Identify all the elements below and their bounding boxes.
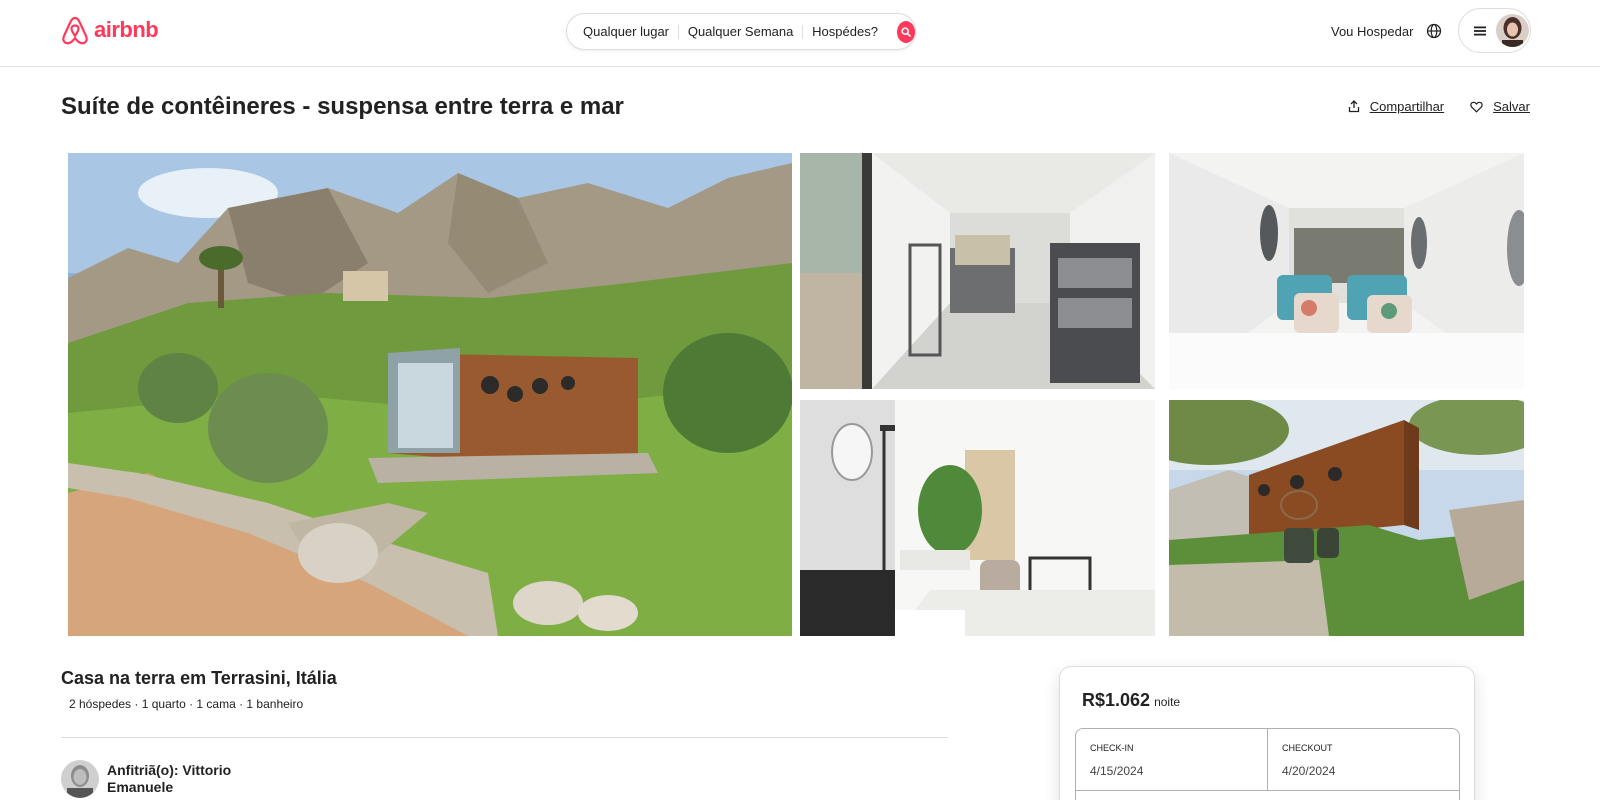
top-header: airbnb Qualquer lugar Qualquer Semana Ho… <box>0 0 1600 67</box>
host-link[interactable]: Vou Hospedar <box>1331 24 1413 39</box>
checkin-value: 4/15/2024 <box>1090 764 1144 778</box>
save-label: Salvar <box>1493 99 1530 114</box>
airbnb-logo[interactable]: airbnb <box>60 14 159 46</box>
photo-interior-kitchen[interactable] <box>800 153 1155 389</box>
price-amount: R$1.062 <box>1082 690 1151 710</box>
hamburger-menu-icon <box>1474 26 1486 35</box>
checkin-label: CHECK-IN <box>1090 743 1134 753</box>
checkin-field[interactable]: CHECK-IN 4/15/2024 <box>1076 729 1267 791</box>
search-guests[interactable]: Hospédes? <box>803 24 887 39</box>
user-menu-button[interactable] <box>1458 8 1531 53</box>
search-button[interactable] <box>896 20 916 43</box>
place-title: Casa na terra em Terrasini, Itália <box>61 668 337 688</box>
price-unit: noite <box>1154 695 1181 709</box>
logo-text: airbnb <box>94 17 159 42</box>
photo-main-exterior[interactable] <box>68 153 792 636</box>
photo-exterior-terrace[interactable] <box>1169 400 1524 636</box>
search-location[interactable]: Qualquer lugar <box>583 24 678 39</box>
price-per-night: R$1.062 noite <box>1082 690 1180 711</box>
booking-card: R$1.062 noite CHECK-IN 4/15/2024 CHECKOU… <box>1059 666 1475 800</box>
share-button[interactable]: Compartilhar <box>1348 99 1444 114</box>
save-button[interactable]: Salvar <box>1470 99 1530 114</box>
user-avatar <box>1496 14 1529 47</box>
date-picker: CHECK-IN 4/15/2024 CHECKOUT 4/20/2024 <box>1075 728 1460 800</box>
heart-icon <box>1470 101 1483 113</box>
search-week[interactable]: Qualquer Semana <box>679 24 803 39</box>
host-name: Anfitriã(o): Vittorio Emanuele <box>107 762 232 795</box>
airbnb-logo-icon <box>62 16 88 45</box>
listing-actions: Compartilhar Salvar <box>1348 99 1530 114</box>
photo-bathroom[interactable] <box>800 400 1155 636</box>
listing-title: Suíte de contêineres - suspensa entre te… <box>61 93 624 120</box>
search-bar[interactable]: Qualquer lugar Qualquer Semana Hospédes? <box>566 13 916 50</box>
section-divider <box>61 737 948 738</box>
photo-bedroom[interactable] <box>1169 153 1524 389</box>
checkout-label: CHECKOUT <box>1282 743 1333 753</box>
search-icon <box>901 26 911 37</box>
share-icon <box>1348 100 1359 113</box>
share-label: Compartilhar <box>1369 99 1445 114</box>
checkout-field[interactable]: CHECKOUT 4/20/2024 <box>1267 729 1459 791</box>
host-avatar[interactable] <box>61 760 99 798</box>
place-features: 2 hóspedes · 1 quarto · 1 cama · 1 banhe… <box>69 697 304 711</box>
globe-icon[interactable] <box>1425 22 1443 40</box>
checkout-value: 4/20/2024 <box>1282 764 1336 778</box>
